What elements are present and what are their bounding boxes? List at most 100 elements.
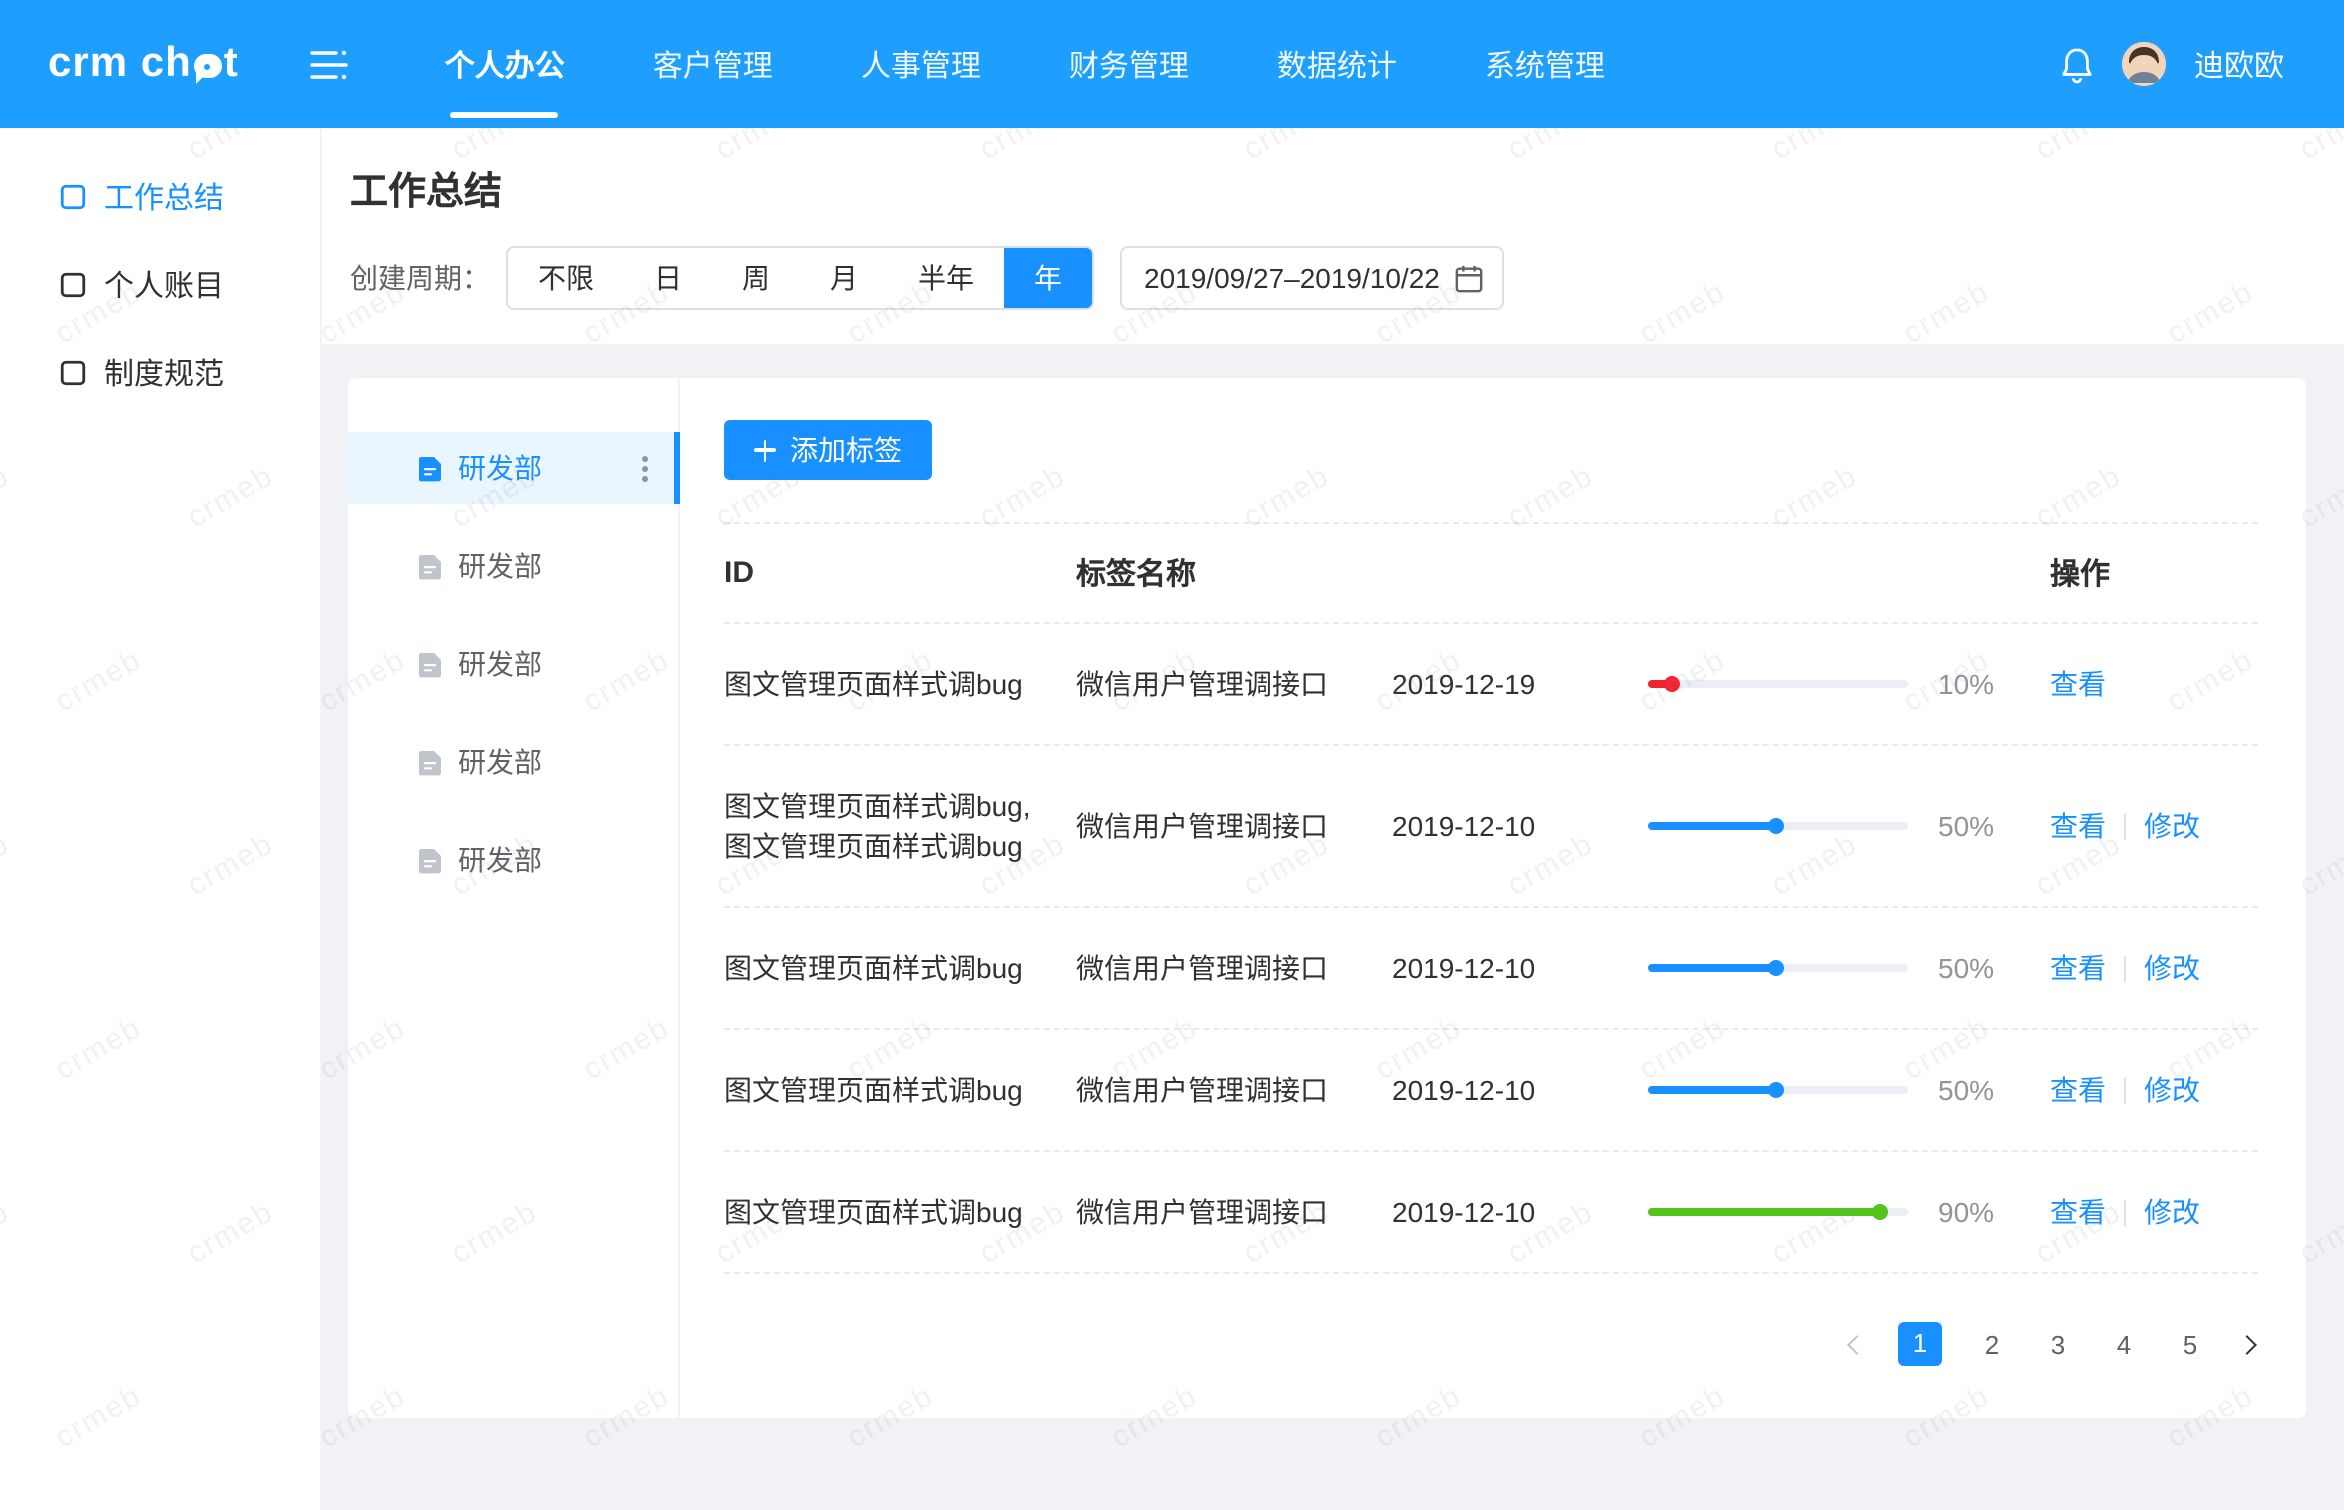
cell-date: 2019-12-10 bbox=[1392, 806, 1648, 846]
bell-icon[interactable] bbox=[2060, 45, 2094, 83]
progress-bar bbox=[1648, 1208, 1908, 1216]
department-item[interactable]: 研发部 bbox=[348, 432, 678, 504]
cell-actions: 查看修改 bbox=[2050, 1070, 2258, 1110]
view-link[interactable]: 查看 bbox=[2050, 1070, 2106, 1110]
progress-bar-fill bbox=[1648, 680, 1674, 688]
top-nav-item-label: 数据统计 bbox=[1277, 43, 1397, 85]
cell-tag-name: 微信用户管理调接口 bbox=[1076, 664, 1392, 704]
document-icon bbox=[418, 455, 442, 481]
table-row: 图文管理页面样式调bug, 图文管理页面样式调bug 微信用户管理调接口 201… bbox=[724, 746, 2258, 908]
top-nav: 个人办公 客户管理 人事管理 财务管理 数据统计 系统管理 bbox=[401, 0, 1649, 128]
table-row: 图文管理页面样式调bug 微信用户管理调接口 2019-12-10 50% 查看… bbox=[724, 1030, 2258, 1152]
cell-tag-name: 微信用户管理调接口 bbox=[1076, 806, 1392, 846]
app-logo-text-right: t bbox=[224, 40, 239, 88]
view-link[interactable]: 查看 bbox=[2050, 806, 2106, 846]
task-name-line1: 图文管理页面样式调bug bbox=[724, 664, 1044, 704]
document-icon bbox=[418, 749, 442, 775]
filter-period-option[interactable]: 月 bbox=[800, 248, 888, 308]
action-divider bbox=[2124, 813, 2126, 839]
task-name-line1: 图文管理页面样式调bug bbox=[724, 1070, 1044, 1110]
table-row: 图文管理页面样式调bug 微信用户管理调接口 2019-12-10 50% 查看… bbox=[724, 908, 2258, 1030]
date-range-value: 2019/09/27–2019/10/22 bbox=[1144, 262, 1440, 294]
top-nav-item[interactable]: 数据统计 bbox=[1273, 0, 1401, 128]
square-menu-icon bbox=[60, 359, 86, 385]
sidebar-item-label: 工作总结 bbox=[104, 175, 224, 217]
cell-actions: 查看修改 bbox=[2050, 1192, 2258, 1232]
progress-bar-fill bbox=[1648, 1086, 1778, 1094]
user-avatar[interactable] bbox=[2122, 42, 2166, 86]
filter-period-option[interactable]: 周 bbox=[712, 248, 800, 308]
main-layout: 工作总结 个人账目 制度规范 工作总结 创建周期： 不限日周月半年年 2019 bbox=[0, 128, 2344, 1510]
pagination: 1 2 3 4 5 bbox=[724, 1322, 2258, 1366]
sidebar-item[interactable]: 制度规范 bbox=[0, 328, 320, 416]
top-nav-item[interactable]: 系统管理 bbox=[1481, 0, 1609, 128]
edit-link[interactable]: 修改 bbox=[2144, 948, 2200, 988]
cell-date: 2019-12-10 bbox=[1392, 1192, 1648, 1232]
sidebar-item[interactable]: 个人账目 bbox=[0, 240, 320, 328]
cell-task-name: 图文管理页面样式调bug, 图文管理页面样式调bug bbox=[724, 786, 1076, 866]
filter-period-option[interactable]: 年 bbox=[1004, 248, 1092, 308]
action-divider bbox=[2124, 955, 2126, 981]
department-label: 研发部 bbox=[458, 840, 652, 880]
top-nav-item[interactable]: 人事管理 bbox=[857, 0, 985, 128]
cell-task-name: 图文管理页面样式调bug bbox=[724, 1192, 1076, 1232]
cell-progress: 50% bbox=[1648, 1070, 2050, 1110]
menu-toggle-icon[interactable] bbox=[311, 49, 349, 79]
more-options-icon[interactable] bbox=[642, 465, 648, 471]
filter-period-option[interactable]: 半年 bbox=[888, 248, 1004, 308]
sidebar-item[interactable]: 工作总结 bbox=[0, 152, 320, 240]
cell-date: 2019-12-19 bbox=[1392, 664, 1648, 704]
square-menu-icon bbox=[60, 183, 86, 209]
table-header-row: ID 标签名称 操作 bbox=[724, 522, 2258, 624]
progress-percent: 90% bbox=[1938, 1192, 1994, 1232]
pagination-page[interactable]: 4 bbox=[2108, 1329, 2140, 1359]
tags-table: ID 标签名称 操作 图文管理页面样式调bug 微信用户管理调接口 2019-1… bbox=[724, 522, 2258, 1274]
cell-progress: 10% bbox=[1648, 664, 2050, 704]
document-icon bbox=[418, 651, 442, 677]
top-nav-item[interactable]: 财务管理 bbox=[1065, 0, 1193, 128]
cell-tag-name: 微信用户管理调接口 bbox=[1076, 1192, 1392, 1232]
sidebar-item-label: 制度规范 bbox=[104, 351, 224, 393]
pagination-prev-icon[interactable] bbox=[1847, 1334, 1867, 1354]
top-nav-item[interactable]: 客户管理 bbox=[649, 0, 777, 128]
pagination-page[interactable]: 2 bbox=[1976, 1329, 2008, 1359]
top-nav-item[interactable]: 个人办公 bbox=[441, 0, 569, 128]
page-title: 工作总结 bbox=[350, 162, 2344, 216]
add-tag-button-label: 添加标签 bbox=[790, 430, 902, 470]
header-id: ID bbox=[724, 556, 1076, 590]
department-label: 研发部 bbox=[458, 742, 652, 782]
edit-link[interactable]: 修改 bbox=[2144, 1070, 2200, 1110]
task-name-line2: 图文管理页面样式调bug bbox=[724, 826, 1044, 866]
task-name-line1: 图文管理页面样式调bug bbox=[724, 948, 1044, 988]
edit-link[interactable]: 修改 bbox=[2144, 1192, 2200, 1232]
pagination-next-icon[interactable] bbox=[2237, 1334, 2257, 1354]
cell-actions: 查看修改 bbox=[2050, 806, 2258, 846]
app-logo-text-left: crm ch bbox=[48, 40, 192, 88]
filter-period-option[interactable]: 不限 bbox=[508, 248, 624, 308]
cell-actions: 查看修改 bbox=[2050, 948, 2258, 988]
pagination-page[interactable]: 1 bbox=[1898, 1322, 1942, 1366]
content-card: 研发部 研发部 研发部 bbox=[348, 378, 2306, 1418]
edit-link[interactable]: 修改 bbox=[2144, 806, 2200, 846]
progress-bar-fill bbox=[1648, 822, 1778, 830]
header-actions: 操作 bbox=[2050, 552, 2258, 594]
progress-bar bbox=[1648, 964, 1908, 972]
department-item[interactable]: 研发部 bbox=[348, 530, 678, 602]
pagination-page[interactable]: 5 bbox=[2174, 1329, 2206, 1359]
date-range-input[interactable]: 2019/09/27–2019/10/22 bbox=[1120, 246, 1504, 310]
pagination-page[interactable]: 3 bbox=[2042, 1329, 2074, 1359]
username[interactable]: 迪欧欧 bbox=[2194, 43, 2284, 85]
cell-tag-name: 微信用户管理调接口 bbox=[1076, 948, 1392, 988]
department-item[interactable]: 研发部 bbox=[348, 628, 678, 700]
department-item[interactable]: 研发部 bbox=[348, 824, 678, 896]
square-menu-icon bbox=[60, 271, 86, 297]
view-link[interactable]: 查看 bbox=[2050, 948, 2106, 988]
filter-period-option[interactable]: 日 bbox=[624, 248, 712, 308]
view-link[interactable]: 查看 bbox=[2050, 1192, 2106, 1232]
department-item[interactable]: 研发部 bbox=[348, 726, 678, 798]
add-tag-button[interactable]: 添加标签 bbox=[724, 420, 932, 480]
cell-progress: 50% bbox=[1648, 806, 2050, 846]
table-row: 图文管理页面样式调bug 微信用户管理调接口 2019-12-10 90% 查看… bbox=[724, 1152, 2258, 1274]
view-link[interactable]: 查看 bbox=[2050, 664, 2106, 704]
progress-bar bbox=[1648, 1086, 1908, 1094]
